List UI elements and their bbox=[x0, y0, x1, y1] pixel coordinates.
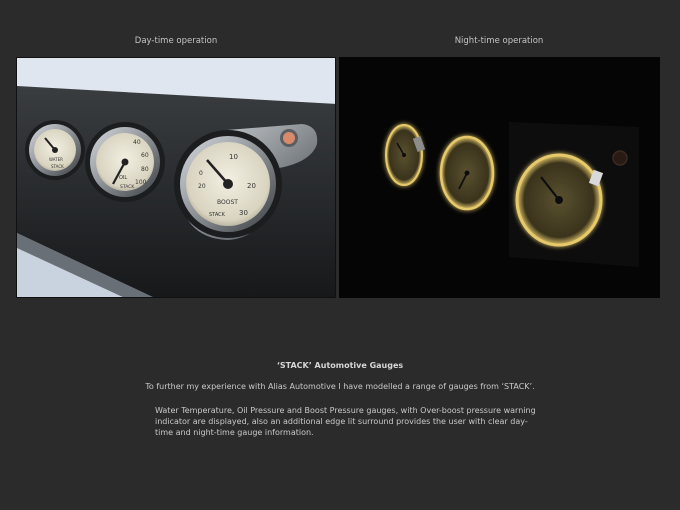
oil-tick-80: 80 bbox=[141, 166, 149, 173]
oil-label: OIL bbox=[119, 175, 127, 181]
oil-pressure-gauge-night bbox=[439, 135, 495, 211]
oil-tick-40: 40 bbox=[133, 139, 141, 146]
water-label: WATER bbox=[49, 157, 63, 162]
boost-tick-20: 20 bbox=[247, 182, 256, 190]
boost-gauge-night bbox=[515, 153, 603, 247]
water-brand: STACK bbox=[51, 164, 64, 169]
boost-label: BOOST bbox=[217, 199, 238, 206]
night-caption: Night-time operation bbox=[454, 36, 544, 46]
night-render-image bbox=[339, 57, 660, 298]
boost-tick-30: 30 bbox=[239, 209, 248, 217]
oil-pressure-gauge-day: 40 60 80 100 OIL STACK bbox=[85, 122, 165, 202]
boost-brand: STACK bbox=[209, 212, 226, 218]
day-render-image: WATER STACK 40 60 80 100 OIL STACK 10 20… bbox=[16, 57, 336, 298]
day-caption: Day-time operation bbox=[134, 36, 218, 46]
boost-tick-0: 0 bbox=[199, 170, 203, 177]
water-temp-gauge-day: WATER STACK bbox=[25, 120, 85, 180]
description-paragraph-2: Water Temperature, Oil Pressure and Boos… bbox=[155, 406, 536, 437]
boost-tick-neg20: 20 bbox=[198, 183, 206, 190]
boost-tick-10: 10 bbox=[229, 153, 238, 161]
oil-tick-60: 60 bbox=[141, 152, 149, 159]
oil-brand: STACK bbox=[120, 184, 135, 190]
overboost-warning-lamp bbox=[283, 132, 295, 144]
overboost-warning-lamp-night bbox=[612, 150, 628, 166]
description-title: ‘STACK’ Automotive Gauges bbox=[276, 361, 404, 370]
description-paragraph-1: To further my experience with Alias Auto… bbox=[145, 382, 535, 391]
water-temp-gauge-night bbox=[385, 124, 423, 186]
oil-tick-100: 100 bbox=[135, 179, 147, 186]
